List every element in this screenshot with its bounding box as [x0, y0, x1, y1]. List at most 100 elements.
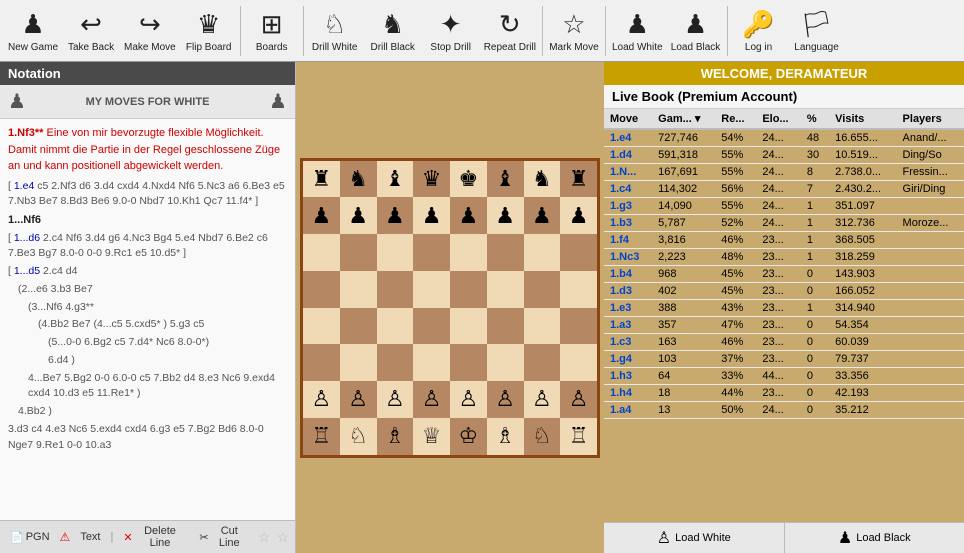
- move-cell[interactable]: 1.g3: [604, 198, 652, 215]
- table-row[interactable]: 1.d4 591,318 55% 24... 30 10.519... Ding…: [604, 147, 964, 164]
- move-cell[interactable]: 1.e4: [604, 129, 652, 147]
- drill-black-button[interactable]: ♞ Drill Black: [364, 2, 422, 60]
- load-white-button[interactable]: ♙ Load White: [604, 523, 785, 553]
- square-2-6[interactable]: [524, 234, 561, 271]
- move-cell[interactable]: 1.a3: [604, 317, 652, 334]
- square-6-6[interactable]: ♙: [524, 381, 561, 418]
- square-4-4[interactable]: [450, 308, 487, 345]
- chess-board[interactable]: ♜♞♝♛♚♝♞♜♟♟♟♟♟♟♟♟♙♙♙♙♙♙♙♙♖♘♗♕♔♗♘♖: [300, 158, 600, 458]
- square-3-2[interactable]: [377, 271, 414, 308]
- col-pct[interactable]: %: [801, 109, 829, 129]
- move-cell[interactable]: 1.h4: [604, 385, 652, 402]
- table-row[interactable]: 1.g4 103 37% 23... 0 79.737: [604, 351, 964, 368]
- move-cell[interactable]: 1.h3: [604, 368, 652, 385]
- square-6-7[interactable]: ♙: [560, 381, 597, 418]
- move-cell[interactable]: 1.c4: [604, 181, 652, 198]
- variation-1d6[interactable]: 1...d6: [14, 232, 40, 244]
- move-cell[interactable]: 1.a4: [604, 402, 652, 419]
- move-cell[interactable]: 1.b3: [604, 215, 652, 232]
- drill-white-button[interactable]: ♘ Drill White: [306, 2, 364, 60]
- move-cell[interactable]: 1.b4: [604, 266, 652, 283]
- table-row[interactable]: 1.N... 167,691 55% 24... 8 2.738.0... Fr…: [604, 164, 964, 181]
- move-cell[interactable]: 1.d3: [604, 283, 652, 300]
- load-black-toolbar-button[interactable]: ♟ Load Black: [667, 2, 725, 60]
- move-cell[interactable]: 1.d4: [604, 147, 652, 164]
- square-3-1[interactable]: [340, 271, 377, 308]
- square-1-0[interactable]: ♟: [303, 197, 340, 234]
- square-7-7[interactable]: ♖: [560, 418, 597, 455]
- square-1-6[interactable]: ♟: [524, 197, 561, 234]
- square-2-1[interactable]: [340, 234, 377, 271]
- square-4-6[interactable]: [524, 308, 561, 345]
- move-cell[interactable]: 1.Nc3: [604, 249, 652, 266]
- variation-1d5[interactable]: 1...d5: [14, 265, 40, 277]
- square-4-2[interactable]: [377, 308, 414, 345]
- col-elo[interactable]: Elo...: [756, 109, 801, 129]
- square-0-5[interactable]: ♝: [487, 161, 524, 198]
- square-0-4[interactable]: ♚: [450, 161, 487, 198]
- table-row[interactable]: 1.c4 114,302 56% 24... 7 2.430.2... Giri…: [604, 181, 964, 198]
- delete-line-button[interactable]: ✕ Delete Line: [119, 524, 189, 550]
- square-2-2[interactable]: [377, 234, 414, 271]
- square-1-3[interactable]: ♟: [413, 197, 450, 234]
- make-move-button[interactable]: ↪ Make Move: [120, 2, 180, 60]
- square-1-5[interactable]: ♟: [487, 197, 524, 234]
- table-row[interactable]: 1.g3 14,090 55% 24... 1 351.097: [604, 198, 964, 215]
- move-cell[interactable]: 1.c3: [604, 334, 652, 351]
- square-6-5[interactable]: ♙: [487, 381, 524, 418]
- table-row[interactable]: 1.c3 163 46% 23... 0 60.039: [604, 334, 964, 351]
- square-4-3[interactable]: [413, 308, 450, 345]
- table-row[interactable]: 1.e4 727,746 54% 24... 48 16.655... Anan…: [604, 129, 964, 147]
- col-re[interactable]: Re...: [715, 109, 756, 129]
- square-7-1[interactable]: ♘: [340, 418, 377, 455]
- table-row[interactable]: 1.h4 18 44% 23... 0 42.193: [604, 385, 964, 402]
- language-button[interactable]: 🏳 Language: [788, 2, 846, 60]
- square-1-1[interactable]: ♟: [340, 197, 377, 234]
- move-cell[interactable]: 1.g4: [604, 351, 652, 368]
- log-in-button[interactable]: 🔑 Log in: [730, 2, 788, 60]
- notation-move-1nf3[interactable]: 1.Nf3**: [8, 127, 43, 139]
- square-5-4[interactable]: [450, 344, 487, 381]
- square-3-0[interactable]: [303, 271, 340, 308]
- move-cell[interactable]: 1.f4: [604, 232, 652, 249]
- square-0-7[interactable]: ♜: [560, 161, 597, 198]
- table-row[interactable]: 1.b4 968 45% 23... 0 143.903: [604, 266, 964, 283]
- square-5-0[interactable]: [303, 344, 340, 381]
- cut-line-button[interactable]: ✂ Cut Line: [195, 524, 251, 550]
- square-6-3[interactable]: ♙: [413, 381, 450, 418]
- pgn-button[interactable]: 📄 PGN: [6, 530, 54, 545]
- table-row[interactable]: 1.b3 5,787 52% 24... 1 312.736 Moroze...: [604, 215, 964, 232]
- take-back-button[interactable]: ↩ Take Back: [62, 2, 120, 60]
- col-players[interactable]: Players: [897, 109, 964, 129]
- square-3-6[interactable]: [524, 271, 561, 308]
- mark-move-button[interactable]: ☆ Mark Move: [545, 2, 603, 60]
- table-row[interactable]: 1.d3 402 45% 23... 0 166.052: [604, 283, 964, 300]
- square-4-1[interactable]: [340, 308, 377, 345]
- square-7-4[interactable]: ♔: [450, 418, 487, 455]
- live-book-table[interactable]: Move Gam... ▾ Re... Elo... % Visits Play…: [604, 109, 964, 522]
- square-3-4[interactable]: [450, 271, 487, 308]
- square-7-6[interactable]: ♘: [524, 418, 561, 455]
- table-row[interactable]: 1.h3 64 33% 44... 0 33.356: [604, 368, 964, 385]
- square-7-0[interactable]: ♖: [303, 418, 340, 455]
- square-6-2[interactable]: ♙: [377, 381, 414, 418]
- square-2-7[interactable]: [560, 234, 597, 271]
- new-game-button[interactable]: ♟ New Game: [4, 2, 62, 60]
- square-5-5[interactable]: [487, 344, 524, 381]
- square-1-4[interactable]: ♟: [450, 197, 487, 234]
- square-0-6[interactable]: ♞: [524, 161, 561, 198]
- square-0-1[interactable]: ♞: [340, 161, 377, 198]
- notation-content[interactable]: 1.Nf3** Eine von mir bevorzugte flexible…: [0, 119, 295, 520]
- square-7-2[interactable]: ♗: [377, 418, 414, 455]
- square-5-1[interactable]: [340, 344, 377, 381]
- square-0-0[interactable]: ♜: [303, 161, 340, 198]
- stop-drill-button[interactable]: ✦ Stop Drill: [422, 2, 480, 60]
- square-4-7[interactable]: [560, 308, 597, 345]
- repeat-drill-button[interactable]: ↻ Repeat Drill: [480, 2, 540, 60]
- square-0-3[interactable]: ♛: [413, 161, 450, 198]
- square-0-2[interactable]: ♝: [377, 161, 414, 198]
- square-1-7[interactable]: ♟: [560, 197, 597, 234]
- move-cell[interactable]: 1.N...: [604, 164, 652, 181]
- square-3-7[interactable]: [560, 271, 597, 308]
- text-button[interactable]: Text: [76, 530, 104, 544]
